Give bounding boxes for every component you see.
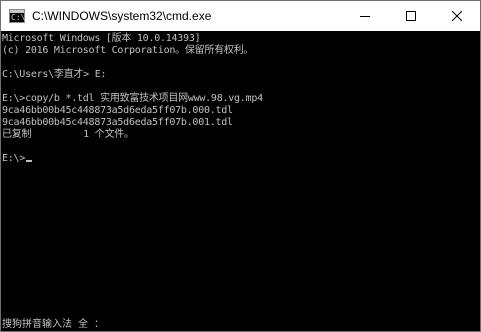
close-icon — [452, 11, 462, 21]
cmd-icon-glyph: C:\ — [11, 13, 26, 22]
console-line: (c) 2016 Microsoft Corporation。保留所有权利。 — [2, 45, 254, 56]
console-line: C:\Users\李直才> E: — [2, 69, 107, 80]
console-output[interactable]: Microsoft Windows [版本 10.0.14393] (c) 20… — [1, 31, 480, 331]
title-bar[interactable]: C:\ C:\WINDOWS\system32\cmd.exe — [1, 1, 480, 31]
console-line: E:\>copy/b *.tdl 实用致富技术项目网www.98.vg.mp4 — [2, 93, 263, 104]
console-line: 9ca46bb00b45c448873a5d6eda5ff07b.000.tdl — [2, 105, 233, 116]
cmd-app-icon[interactable]: C:\ — [9, 9, 25, 23]
prompt-text: E:\> — [2, 153, 26, 164]
minimize-button[interactable] — [342, 1, 388, 31]
cmd-window: C:\ C:\WINDOWS\system32\cmd.exe Microsof… — [0, 0, 481, 332]
console-line: Microsoft Windows [版本 10.0.14393] — [2, 33, 201, 44]
console-line: 9ca46bb00b45c448873a5d6eda5ff07b.001.tdl — [2, 117, 233, 128]
close-button[interactable] — [434, 1, 480, 31]
console-prompt-line: E:\> — [2, 153, 33, 165]
text-cursor — [26, 160, 33, 162]
ime-status-bar: 搜狗拼音输入法 全 ： — [2, 319, 105, 330]
maximize-icon — [406, 11, 416, 21]
maximize-button[interactable] — [388, 1, 434, 31]
console-line: 已复制 1 个文件。 — [2, 129, 134, 140]
minimize-icon — [360, 16, 370, 17]
window-title: C:\WINDOWS\system32\cmd.exe — [32, 9, 212, 23]
